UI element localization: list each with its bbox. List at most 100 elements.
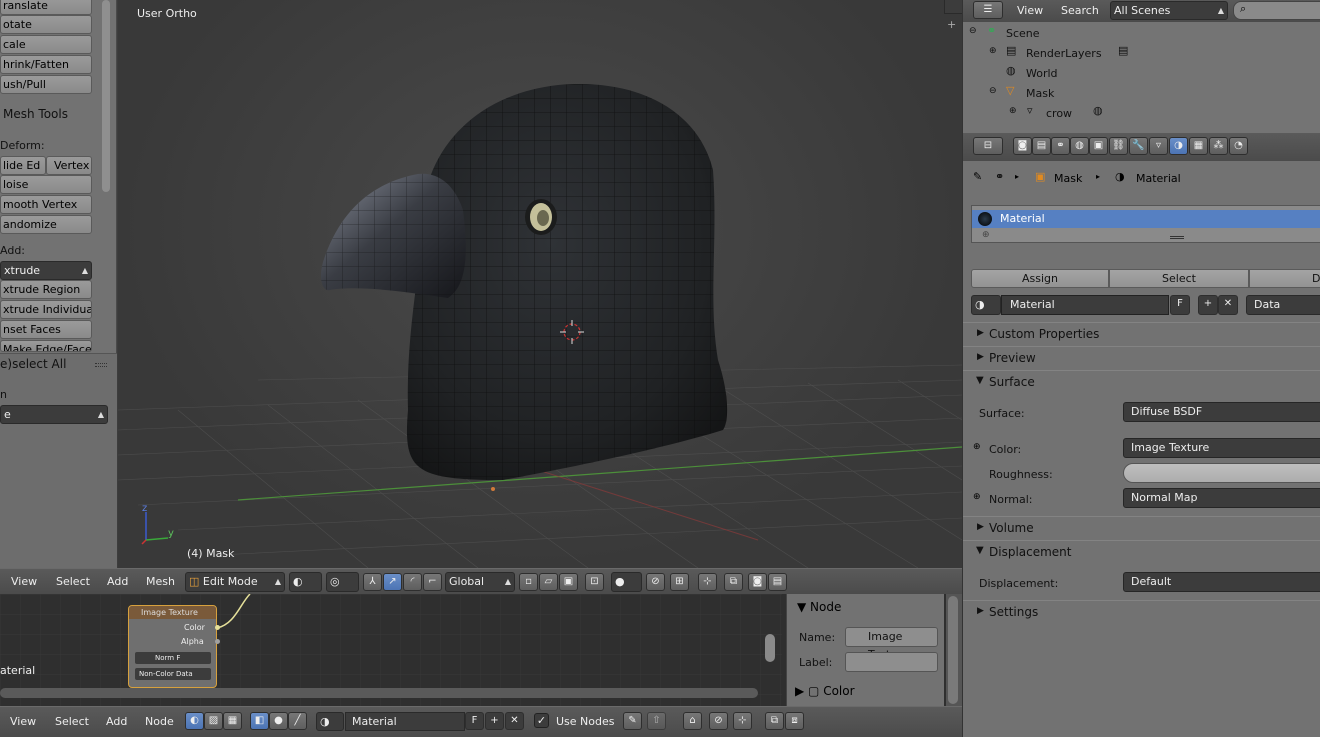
expand-icon[interactable]: ⊕	[1009, 106, 1017, 116]
assign-button[interactable]: Assign	[971, 269, 1109, 288]
compositing-nodes-icon[interactable]: ▨	[204, 712, 223, 730]
rotate-manipulator-icon[interactable]: ◜	[403, 573, 422, 591]
translate-manipulator-icon[interactable]: ↗	[383, 573, 402, 591]
constraints-tab-icon[interactable]: ⛓	[1109, 137, 1128, 155]
vertex-select-icon[interactable]: ▫	[519, 573, 538, 591]
manipulator-toggle-icon[interactable]: ⅄	[363, 573, 382, 591]
material-tab-icon[interactable]: ◑	[1169, 137, 1188, 155]
surface-shader-select[interactable]: Diffuse BSDF	[1123, 402, 1320, 422]
scale-button[interactable]: cale	[0, 35, 92, 54]
extrude-individual-button[interactable]: xtrude Individual	[0, 300, 92, 319]
3d-viewport[interactable]: User Ortho (4) Mask z y +	[118, 0, 962, 568]
world-tab-icon[interactable]: ◍	[1070, 137, 1089, 155]
colorspace-select[interactable]: Non-Color Data	[135, 668, 211, 680]
select-button[interactable]: Select	[1109, 269, 1249, 288]
push-pull-button[interactable]: ush/Pull	[0, 75, 92, 94]
node-panel-scrollbar[interactable]	[948, 596, 958, 704]
outliner-row[interactable]: ◍ World	[963, 64, 1320, 84]
node-label-field[interactable]	[845, 652, 938, 672]
mesh-tools-title[interactable]: Mesh Tools	[3, 107, 68, 121]
material-name-field[interactable]: Material	[1001, 295, 1169, 315]
mode-select[interactable]: ◫ Edit Mode ▲▼	[185, 572, 285, 592]
fake-user-button[interactable]: F	[1170, 295, 1190, 315]
render-tab-icon[interactable]: ◙	[1013, 137, 1032, 155]
node-node-menu[interactable]: Node	[145, 715, 174, 728]
pivot-point-select[interactable]: ◎	[326, 572, 359, 592]
node-new-material-icon[interactable]: +	[485, 712, 504, 730]
outliner-search-menu[interactable]: Search	[1061, 4, 1099, 17]
alpha-socket-icon[interactable]	[215, 639, 220, 644]
backdrop-icon[interactable]: ⌂	[683, 712, 702, 730]
preview-panel[interactable]: ▶ Preview	[963, 346, 1320, 370]
color-panel-header[interactable]: ▶ ▢ Color	[795, 684, 855, 698]
extrude-dropdown[interactable]: xtrude ▲▼	[0, 261, 92, 280]
scale-manipulator-icon[interactable]: ⌐	[423, 573, 442, 591]
limit-selection-icon[interactable]: ⊡	[585, 573, 604, 591]
copy-icon[interactable]: ⧉	[724, 573, 743, 591]
pin-breadcrumb-icon[interactable]: ✎	[973, 170, 982, 183]
settings-panel[interactable]: ▶ Settings	[963, 600, 1320, 624]
surface-panel[interactable]: ▼ Surface	[963, 370, 1320, 394]
custom-properties-panel[interactable]: ▶ Custom Properties	[963, 322, 1320, 346]
pin-icon[interactable]: ✎	[623, 712, 642, 730]
link-select[interactable]: Data	[1246, 295, 1320, 315]
inset-faces-button[interactable]: nset Faces	[0, 320, 92, 339]
orientation-select[interactable]: Global ▲▼	[445, 572, 515, 592]
snap-mode-icon[interactable]: ⊹	[733, 712, 752, 730]
noise-button[interactable]: loise	[0, 175, 92, 194]
paste-nodes-icon[interactable]: ⧈	[785, 712, 804, 730]
proportional-edit-select[interactable]: ●	[611, 572, 642, 592]
editor-type-icon[interactable]: ☰	[973, 1, 1003, 19]
data-tab-icon[interactable]: ▿	[1149, 137, 1168, 155]
drag-handle-icon[interactable]	[95, 363, 107, 367]
material-browse-button[interactable]: ◑	[971, 295, 1001, 315]
particles-tab-icon[interactable]: ⁂	[1209, 137, 1228, 155]
node-panel-header[interactable]: ▼ Node	[797, 600, 841, 614]
viewport-corner-handle[interactable]	[944, 0, 962, 14]
go-parent-icon[interactable]: ⇧	[647, 712, 666, 730]
modifiers-tab-icon[interactable]: 🔧	[1129, 137, 1148, 155]
props-editor-type-icon[interactable]: ⊟	[973, 137, 1003, 155]
normal-input-select[interactable]: Normal Map	[1123, 488, 1320, 508]
snap-node-icon[interactable]: ⊘	[709, 712, 728, 730]
outliner-row[interactable]: ⊕ ▤ RenderLayers ▤	[963, 44, 1320, 64]
tool-shelf-scrollbar[interactable]	[102, 0, 110, 192]
randomize-button[interactable]: andomize	[0, 215, 92, 234]
line-style-icon[interactable]: ╱	[288, 712, 307, 730]
collapse-icon[interactable]: ⊖	[989, 86, 997, 96]
face-select-icon[interactable]: ▣	[559, 573, 578, 591]
viewport-shading-select[interactable]: ◐	[289, 572, 322, 592]
slide-vertex-button[interactable]: Vertex	[46, 156, 92, 175]
image-datablock[interactable]: Norm F	[135, 652, 211, 664]
new-material-icon[interactable]: +	[1198, 295, 1218, 315]
smooth-vertex-button[interactable]: mooth Vertex	[0, 195, 92, 214]
copy-nodes-icon[interactable]: ⧉	[765, 712, 784, 730]
use-nodes-checkbox[interactable]: ✓	[534, 713, 549, 728]
color-socket-icon[interactable]	[215, 625, 220, 630]
material-browse[interactable]: ◑	[316, 712, 344, 731]
deselect-button[interactable]: Dese	[1249, 269, 1320, 288]
node-v-scrollbar[interactable]	[765, 634, 775, 662]
node-fake-user-button[interactable]: F	[465, 712, 484, 730]
unlink-material-icon[interactable]: ✕	[1218, 295, 1238, 315]
select-menu[interactable]: Select	[56, 575, 90, 588]
socket-expand-icon[interactable]: ⊕	[973, 492, 981, 502]
socket-expand-icon[interactable]: ⊕	[973, 442, 981, 452]
node-add-menu[interactable]: Add	[106, 715, 127, 728]
mesh-menu[interactable]: Mesh	[146, 575, 175, 588]
slide-edge-button[interactable]: lide Ed	[0, 156, 46, 175]
render-animation-icon[interactable]: ▤	[768, 573, 787, 591]
snap-toggle-icon[interactable]: ⊘	[646, 573, 665, 591]
displacement-panel[interactable]: ▼ Displacement	[963, 540, 1320, 564]
node-material-name[interactable]: Material	[345, 712, 465, 731]
texture-tab-icon[interactable]: ▦	[1189, 137, 1208, 155]
list-resize-icon[interactable]	[1170, 236, 1184, 239]
add-menu[interactable]: Add	[107, 575, 128, 588]
outliner-row[interactable]: ⊖ ⚭ Scene	[963, 24, 1320, 44]
snap-target-icon[interactable]: ⊹	[698, 573, 717, 591]
color-input-select[interactable]: Image Texture	[1123, 438, 1320, 458]
extrude-region-button[interactable]: xtrude Region	[0, 280, 92, 299]
object-shader-icon[interactable]: ◧	[250, 712, 269, 730]
node-select-menu[interactable]: Select	[55, 715, 89, 728]
translate-button[interactable]: ranslate	[0, 0, 92, 15]
